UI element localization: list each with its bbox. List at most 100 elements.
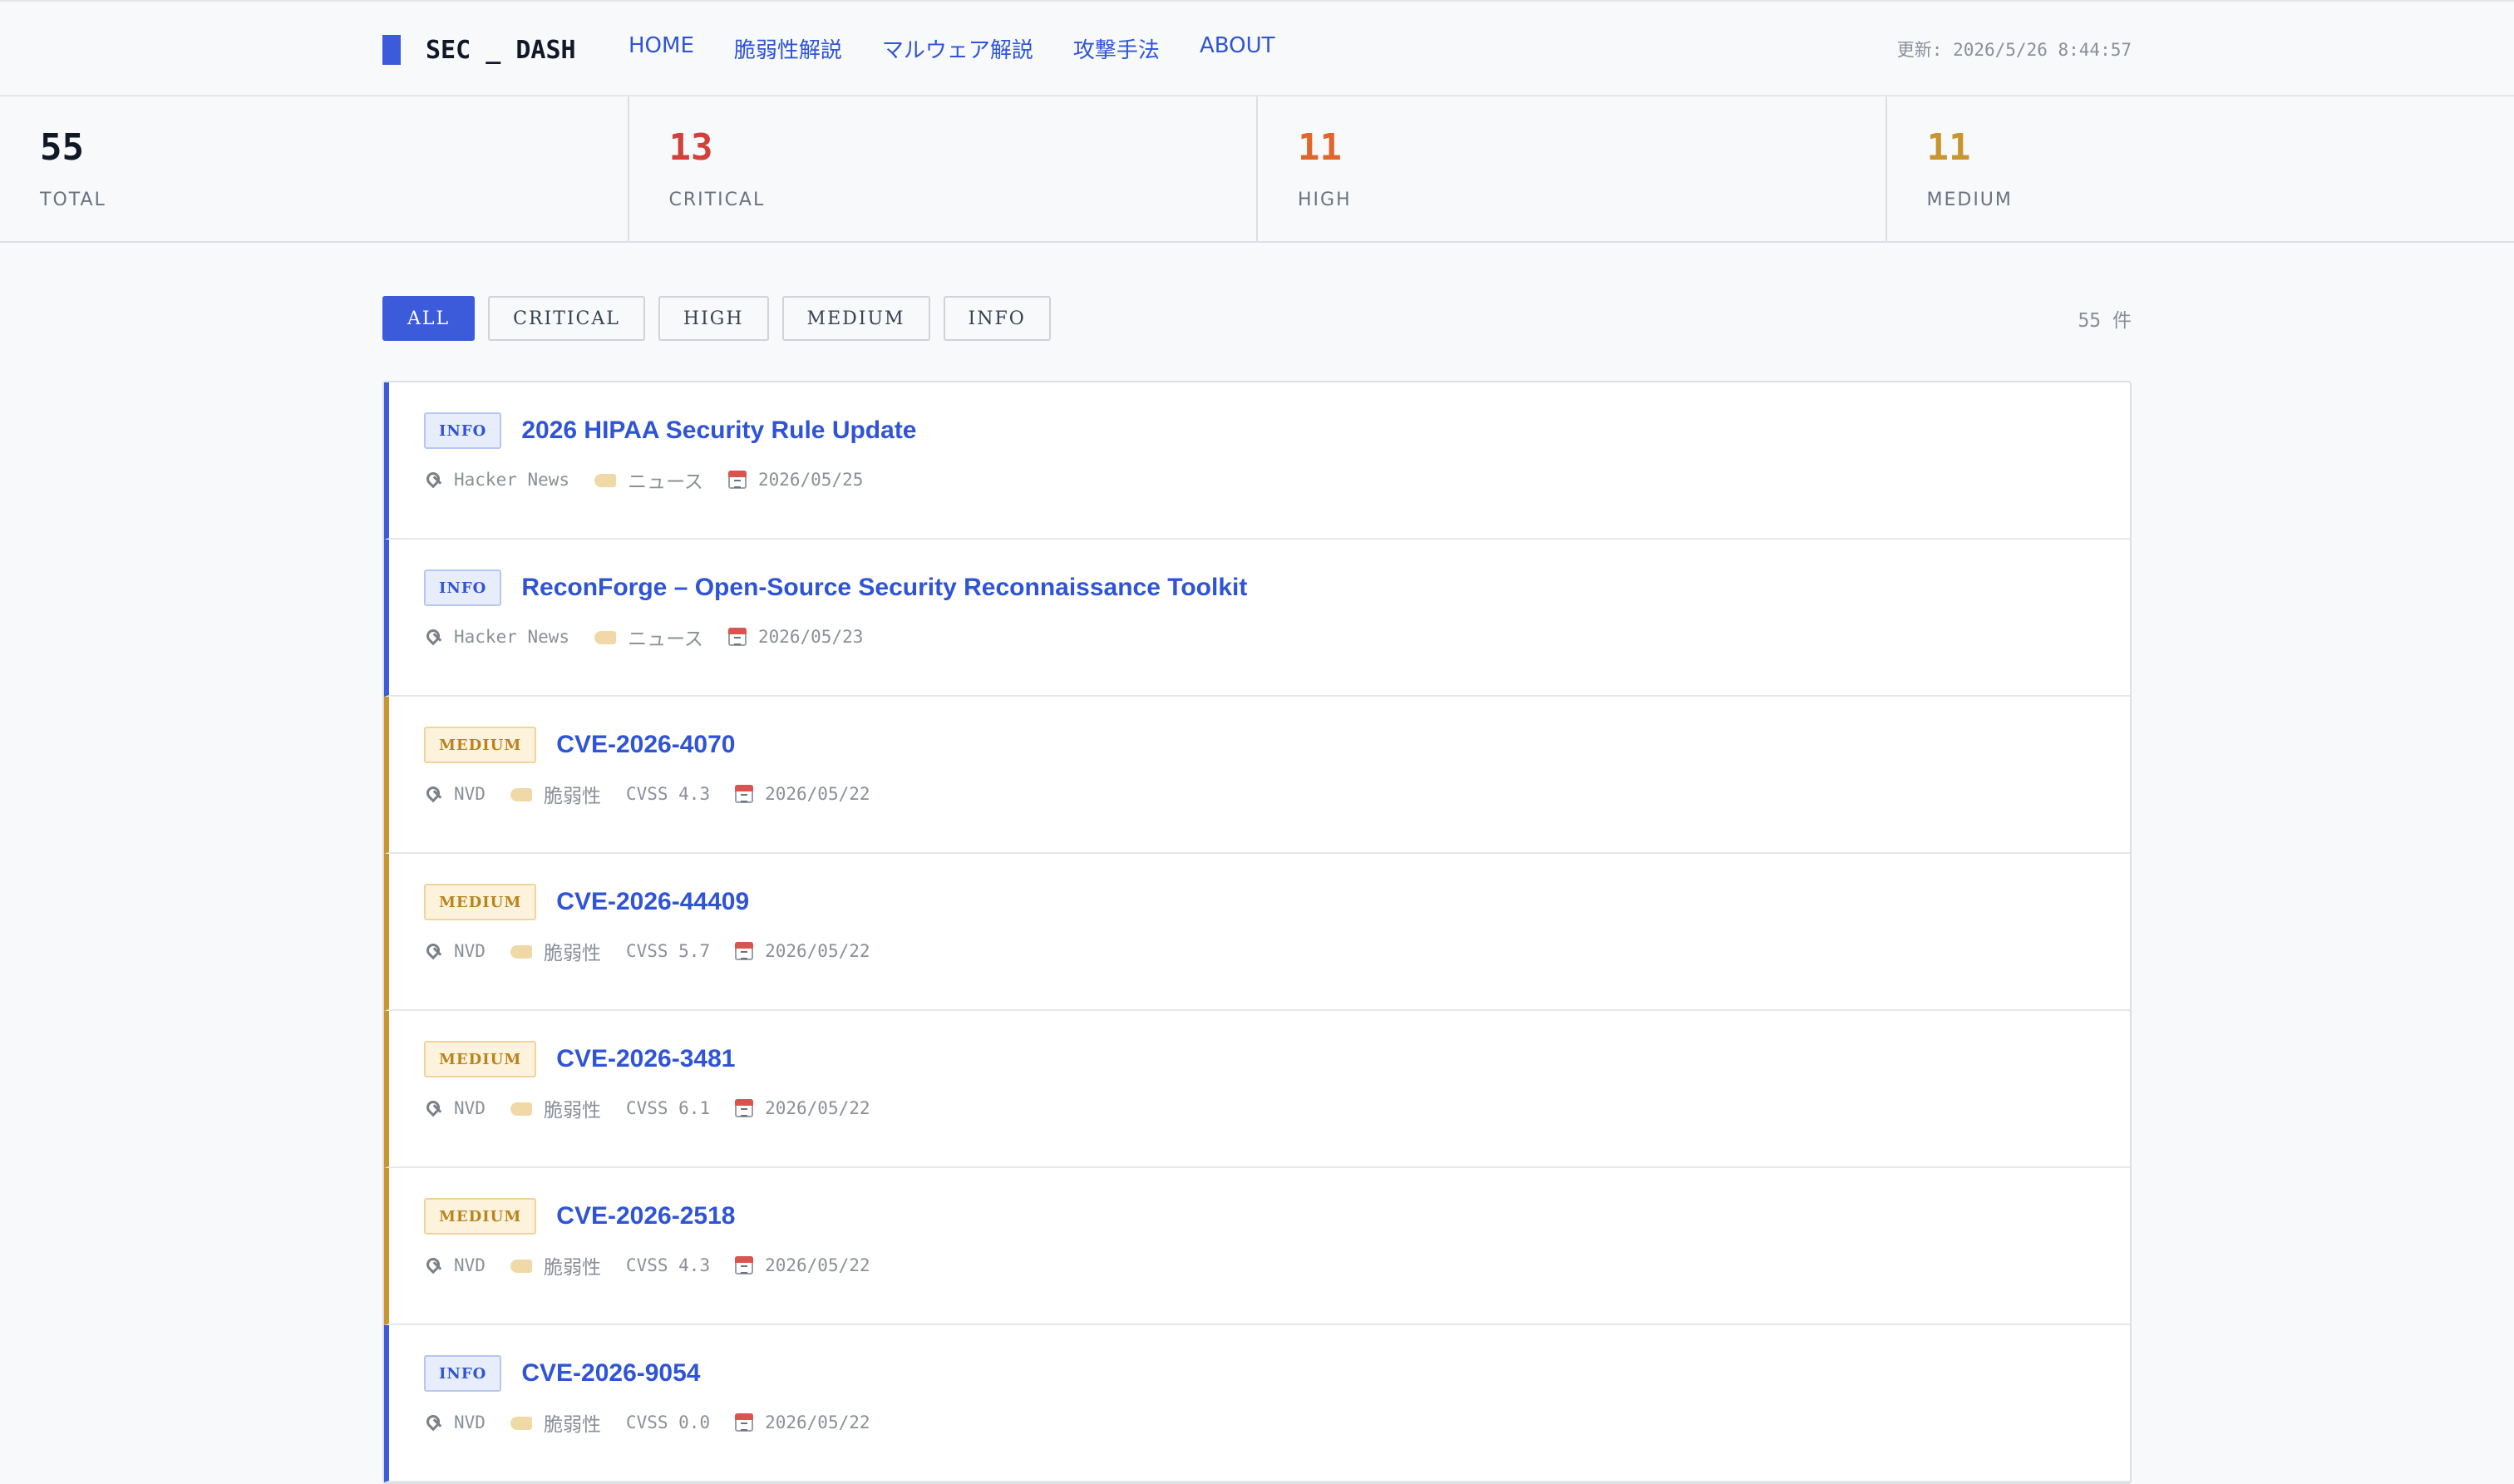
date-label: 2026/05/22	[765, 1413, 870, 1432]
calendar-icon	[735, 1099, 753, 1117]
severity-badge: MEDIUM	[424, 884, 536, 920]
severity-badge: INFO	[424, 412, 501, 449]
brand-logo[interactable]: SEC _ DASH	[382, 30, 576, 70]
source-label: NVD	[454, 1413, 486, 1432]
list-item[interactable]: INFO CVE-2026-9054 NVD 脆弱性 CVSS 0.0 2026…	[384, 1325, 2130, 1482]
calendar-icon	[735, 942, 753, 960]
satellite-icon	[424, 628, 442, 646]
category-label: 脆弱性	[544, 937, 601, 965]
item-title-link[interactable]: CVE-2026-44409	[556, 888, 749, 916]
item-title-row: MEDIUM CVE-2026-2518	[424, 1198, 735, 1235]
item-title-link[interactable]: 2026 HIPAA Security Rule Update	[521, 417, 916, 445]
date-label: 2026/05/22	[765, 1255, 870, 1275]
calendar-icon	[735, 1256, 753, 1274]
category-label: 脆弱性	[544, 1094, 601, 1122]
item-date: 2026/05/22	[735, 941, 870, 961]
category-label: ニュース	[628, 466, 703, 494]
date-label: 2026/05/22	[765, 784, 870, 804]
item-meta: NVD 脆弱性 CVSS 6.1 2026/05/22	[424, 1094, 895, 1122]
item-category: 脆弱性	[510, 1408, 601, 1437]
item-source: NVD	[424, 1098, 486, 1118]
severity-filter-group: ALL CRITICAL HIGH MEDIUM INFO	[382, 296, 1051, 341]
nav-attack-techniques[interactable]: 攻撃手法	[1073, 33, 1160, 64]
nav-vulnerabilities[interactable]: 脆弱性解説	[734, 33, 842, 64]
calendar-icon	[728, 628, 747, 646]
filter-medium-button[interactable]: MEDIUM	[782, 296, 930, 341]
item-title-row: MEDIUM CVE-2026-44409	[424, 884, 749, 920]
item-title-link[interactable]: CVE-2026-3481	[556, 1045, 735, 1073]
list-item[interactable]: INFO 2026 HIPAA Security Rule Update Hac…	[384, 382, 2130, 540]
item-source: NVD	[424, 1413, 486, 1432]
satellite-icon	[424, 942, 442, 960]
nav-malware[interactable]: マルウェア解説	[882, 33, 1033, 64]
date-label: 2026/05/22	[765, 941, 870, 961]
list-item[interactable]: INFO ReconForge – Open-Source Security R…	[384, 540, 2130, 697]
item-title-link[interactable]: ReconForge – Open-Source Security Reconn…	[521, 574, 1247, 602]
stat-label: CRITICAL	[669, 190, 766, 210]
item-category: 脆弱性	[510, 937, 601, 965]
item-meta: NVD 脆弱性 CVSS 0.0 2026/05/22	[424, 1408, 895, 1437]
item-title-row: MEDIUM CVE-2026-4070	[424, 727, 735, 763]
item-category: 脆弱性	[510, 1251, 601, 1279]
item-date: 2026/05/22	[735, 1255, 870, 1275]
item-date: 2026/05/22	[735, 1413, 870, 1432]
cvss-score: CVSS 5.7	[626, 941, 710, 961]
severity-badge: INFO	[424, 569, 501, 606]
cvss-score: CVSS 0.0	[626, 1413, 710, 1432]
item-title-link[interactable]: CVE-2026-4070	[556, 731, 735, 759]
item-category: ニュース	[594, 623, 703, 651]
stat-label: MEDIUM	[1927, 190, 2013, 210]
brand-mark-icon	[382, 35, 401, 65]
list-item[interactable]: MEDIUM CVE-2026-44409 NVD 脆弱性 CVSS 5.7 2…	[384, 854, 2130, 1011]
list-item[interactable]: MEDIUM CVE-2026-2518 NVD 脆弱性 CVSS 4.3 20…	[384, 1168, 2130, 1325]
filter-info-button[interactable]: INFO	[944, 296, 1051, 341]
stat-label: TOTAL	[40, 190, 106, 210]
stat-value: 11	[1298, 126, 1342, 169]
nav-home[interactable]: HOME	[628, 33, 694, 64]
tag-icon	[510, 1417, 532, 1430]
filter-high-button[interactable]: HIGH	[658, 296, 769, 341]
category-label: ニュース	[628, 623, 703, 651]
calendar-icon	[735, 1413, 753, 1432]
cvss-score: CVSS 4.3	[626, 1255, 710, 1275]
item-source: NVD	[424, 941, 486, 961]
stat-medium: 11 MEDIUM	[1887, 96, 2514, 241]
nav-about[interactable]: ABOUT	[1200, 33, 1275, 64]
item-source: NVD	[424, 784, 486, 804]
item-date: 2026/05/22	[735, 1098, 870, 1118]
item-meta: Hacker News ニュース 2026/05/25	[424, 466, 888, 494]
item-title-link[interactable]: CVE-2026-9054	[521, 1359, 700, 1388]
tag-icon	[594, 474, 616, 487]
date-label: 2026/05/23	[758, 627, 863, 647]
stat-high: 11 HIGH	[1258, 96, 1887, 241]
severity-badge: INFO	[424, 1355, 501, 1392]
satellite-icon	[424, 1413, 442, 1432]
category-label: 脆弱性	[544, 1408, 601, 1437]
item-title-row: INFO CVE-2026-9054	[424, 1355, 701, 1392]
source-label: NVD	[454, 941, 486, 961]
item-meta: Hacker News ニュース 2026/05/23	[424, 623, 888, 651]
date-label: 2026/05/22	[765, 1098, 870, 1118]
tag-icon	[510, 1102, 532, 1116]
main-nav: HOME 脆弱性解説 マルウェア解説 攻撃手法 ABOUT	[628, 33, 1274, 64]
filter-all-button[interactable]: ALL	[382, 296, 475, 341]
category-label: 脆弱性	[544, 1251, 601, 1279]
source-label: Hacker News	[454, 470, 569, 490]
cvss-score: CVSS 6.1	[626, 1098, 710, 1118]
cvss-score: CVSS 4.3	[626, 784, 710, 804]
stats-bar: 55 TOTAL 13 CRITICAL 11 HIGH 11 MEDIUM	[0, 96, 2514, 243]
source-label: Hacker News	[454, 627, 569, 647]
item-title-link[interactable]: CVE-2026-2518	[556, 1202, 735, 1230]
stat-critical: 13 CRITICAL	[629, 96, 1259, 241]
item-meta: NVD 脆弱性 CVSS 4.3 2026/05/22	[424, 1251, 895, 1279]
list-item[interactable]: MEDIUM CVE-2026-4070 NVD 脆弱性 CVSS 4.3 20…	[384, 697, 2130, 854]
list-item[interactable]: MEDIUM CVE-2026-3481 NVD 脆弱性 CVSS 6.1 20…	[384, 1011, 2130, 1168]
item-date: 2026/05/22	[735, 784, 870, 804]
advisory-list: INFO 2026 HIPAA Security Rule Update Hac…	[382, 381, 2132, 1484]
filter-critical-button[interactable]: CRITICAL	[488, 296, 645, 341]
stat-label: HIGH	[1298, 190, 1352, 210]
item-title-row: INFO 2026 HIPAA Security Rule Update	[424, 412, 917, 449]
satellite-icon	[424, 1256, 442, 1274]
satellite-icon	[424, 471, 442, 489]
source-label: NVD	[454, 1255, 486, 1275]
